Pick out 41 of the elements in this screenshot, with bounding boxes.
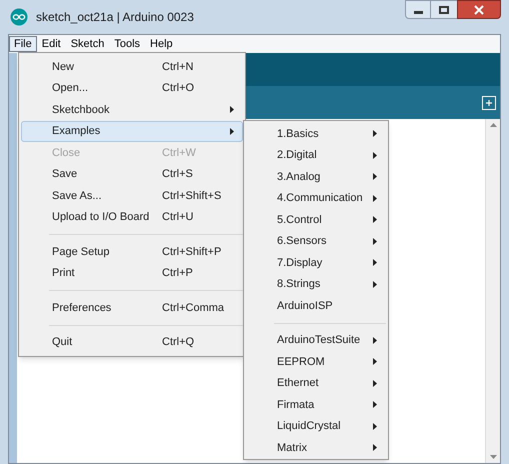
menu-item[interactable]: 8.Strings [246,274,386,295]
menu-item[interactable]: Firmata [246,394,386,416]
menu-item[interactable]: Preferences Ctrl+Comma [21,297,243,318]
menu-item[interactable]: Help [145,36,178,52]
menu-item[interactable]: EEPROM [246,351,386,372]
window-title: sketch_oct21a | Arduino 0023 [36,9,194,26]
scroll-up-icon[interactable] [490,123,496,127]
menu-item[interactable]: Page Setup Ctrl+Shift+P [21,241,243,262]
menu-item[interactable]: 5.Control [246,209,386,230]
menu-item[interactable]: 7.Display [246,252,386,274]
menu-item[interactable]: Ethernet [246,372,386,394]
menu-item[interactable]: Tools [109,36,146,52]
close-button[interactable] [457,0,501,19]
menu-item[interactable]: File [9,36,37,52]
menu-item[interactable]: Quit Ctrl+Q [21,332,243,353]
menu-item[interactable]: Examples [21,120,243,142]
maximize-button[interactable] [431,0,457,19]
app-logo-icon [10,8,28,26]
menu-item[interactable]: ArduinoISP [246,295,386,316]
menu-item[interactable]: 1.Basics [246,123,386,144]
menu-item[interactable]: Save As... Ctrl+Shift+S [21,185,243,206]
menu-item[interactable]: 6.Sensors [246,230,386,252]
close-icon [474,4,484,14]
menu-item[interactable]: 4.Communication [246,188,386,209]
menu-item[interactable]: 2.Digital [246,144,386,166]
menu-item[interactable]: Sketchbook [21,99,243,120]
menu-item[interactable]: ArduinoTestSuite [246,330,386,351]
menu-item[interactable]: New Ctrl+N [21,56,243,78]
scroll-down-icon[interactable] [490,455,496,459]
menu-item[interactable]: Sketch [66,36,110,52]
scrollbar[interactable] [485,119,500,463]
menu-item[interactable]: Open... Ctrl+O [21,78,243,99]
menu-item[interactable]: Save Ctrl+S [21,164,243,185]
menu-item[interactable]: Matrix [246,437,386,458]
tab-menu-icon[interactable] [482,96,496,110]
menu-item[interactable]: Print Ctrl+P [21,262,243,284]
menu-item[interactable]: Upload to I/O Board Ctrl+U [21,206,243,228]
menu-item[interactable]: 3.Analog [246,166,386,188]
menu-item[interactable]: Edit [36,36,66,52]
menu-item[interactable]: LiquidCrystal [246,416,386,437]
minimize-button[interactable] [405,0,431,19]
